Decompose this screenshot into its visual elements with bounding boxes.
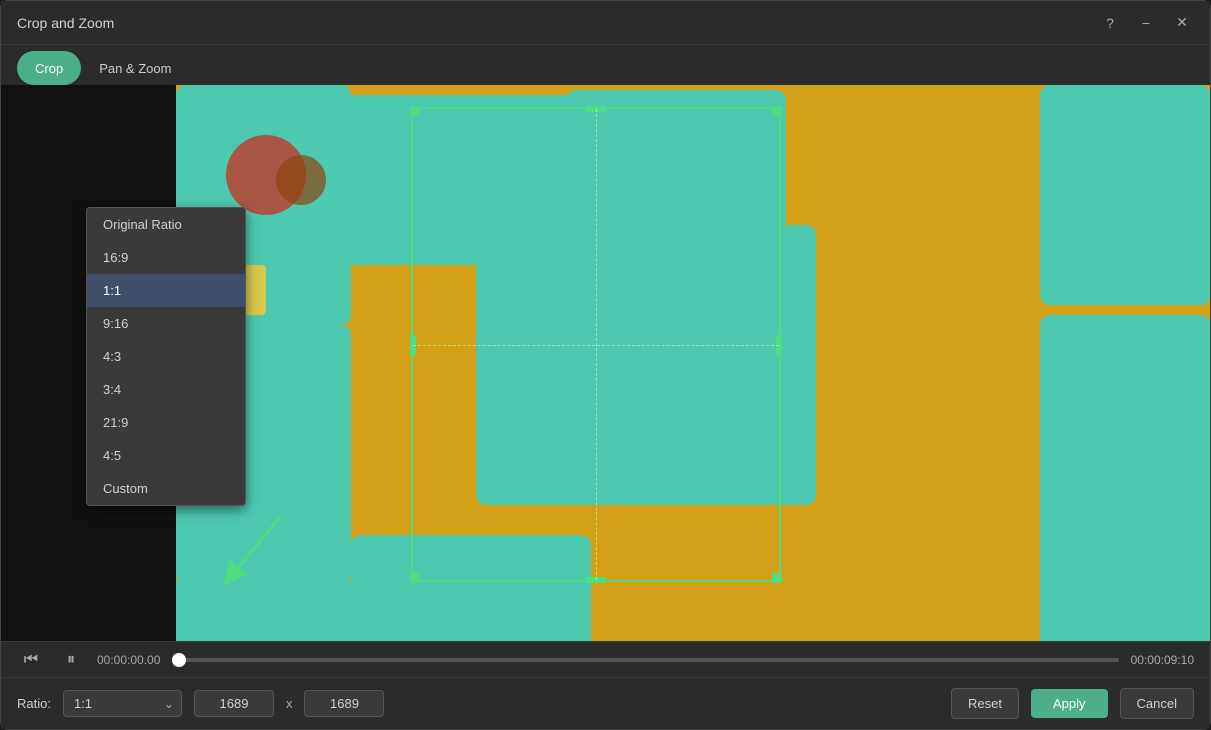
help-button[interactable]: ? — [1098, 11, 1122, 35]
dropdown-item-1-1[interactable]: 1:1 — [87, 274, 245, 307]
ratio-select[interactable]: Original Ratio 16:9 1:1 9:16 4:3 3:4 21:… — [63, 690, 182, 717]
rewind-button[interactable]: ⏮ — [17, 646, 45, 674]
dropdown-item-3-4[interactable]: 3:4 — [87, 373, 245, 406]
apply-button[interactable]: Apply — [1031, 689, 1108, 718]
reset-button[interactable]: Reset — [951, 688, 1019, 719]
current-time: 00:00:00.00 — [97, 653, 160, 667]
play-button[interactable]: ⏸ — [57, 646, 85, 674]
dropdown-item-4-3[interactable]: 4:3 — [87, 340, 245, 373]
width-input[interactable] — [194, 690, 274, 717]
height-input[interactable] — [304, 690, 384, 717]
dropdown-item-9-16[interactable]: 9:16 — [87, 307, 245, 340]
cancel-button[interactable]: Cancel — [1120, 688, 1194, 719]
ratio-dropdown-menu: Original Ratio 16:9 1:1 9:16 4:3 3:4 21:… — [86, 207, 246, 506]
bottom-controls: Ratio: Original Ratio 16:9 1:1 9:16 4:3 … — [1, 677, 1210, 729]
titlebar-controls: ? − ✕ — [1098, 11, 1194, 35]
close-button[interactable]: ✕ — [1170, 11, 1194, 35]
timeline-thumb[interactable] — [172, 653, 186, 667]
dialog-title: Crop and Zoom — [17, 15, 114, 31]
tab-pan-zoom[interactable]: Pan & Zoom — [81, 51, 189, 85]
timeline-bar: ⏮ ⏸ 00:00:00.00 00:00:09:10 — [1, 641, 1210, 677]
tab-crop[interactable]: Crop — [17, 51, 81, 85]
crop-handle-br[interactable] — [772, 573, 782, 583]
crop-handle-left[interactable] — [410, 335, 416, 355]
main-area: Original Ratio 16:9 1:1 9:16 4:3 3:4 21:… — [1, 85, 1210, 729]
timeline-track[interactable] — [172, 658, 1118, 662]
dimension-separator: x — [286, 696, 293, 711]
dropdown-item-16-9[interactable]: 16:9 — [87, 241, 245, 274]
dropdown-item-21-9[interactable]: 21:9 — [87, 406, 245, 439]
video-frame — [176, 85, 1210, 641]
ratio-select-wrapper: Original Ratio 16:9 1:1 9:16 4:3 3:4 21:… — [63, 690, 182, 717]
video-area: Original Ratio 16:9 1:1 9:16 4:3 3:4 21:… — [1, 85, 1210, 641]
crop-zoom-dialog: Crop and Zoom ? − ✕ Crop Pan & Zoom — [0, 0, 1211, 730]
tab-bar: Crop Pan & Zoom — [1, 45, 1210, 85]
dropdown-item-original[interactable]: Original Ratio — [87, 208, 245, 241]
minimize-button[interactable]: − — [1134, 11, 1158, 35]
ratio-label: Ratio: — [17, 696, 51, 711]
dropdown-item-custom[interactable]: Custom — [87, 472, 245, 505]
dropdown-item-4-5[interactable]: 4:5 — [87, 439, 245, 472]
titlebar: Crop and Zoom ? − ✕ — [1, 1, 1210, 45]
end-time: 00:00:09:10 — [1131, 653, 1194, 667]
